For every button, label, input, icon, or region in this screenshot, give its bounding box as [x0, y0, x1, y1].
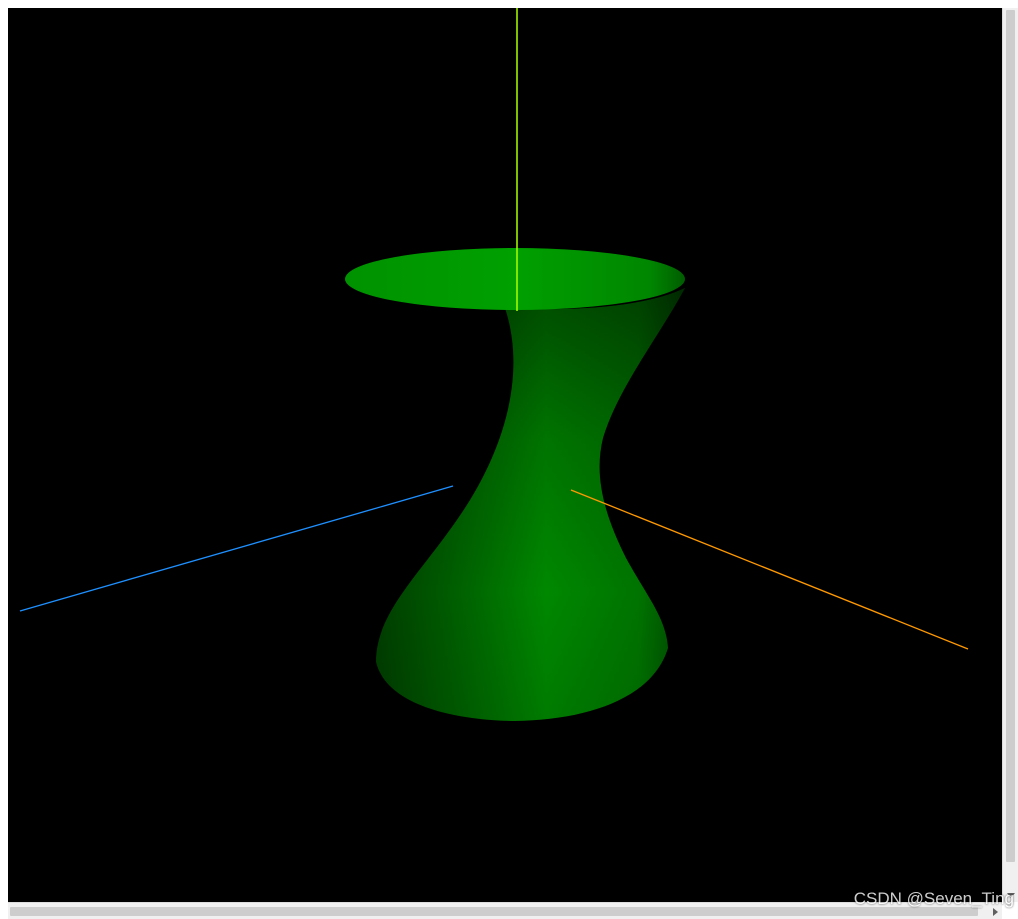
vertical-scrollbar-thumb[interactable]: [1006, 10, 1015, 862]
hyperboloid-shading: [376, 288, 685, 721]
hyperboloid-top-opening: [345, 248, 685, 310]
horizontal-scrollbar-thumb[interactable]: [10, 907, 978, 916]
vertical-scrollbar[interactable]: [1002, 8, 1018, 902]
z-axis-line: [19, 485, 454, 612]
watermark-text: CSDN @Seven_Ting: [853, 889, 1014, 908]
scene-svg: [19, 8, 969, 721]
scroll-right-arrow-icon[interactable]: [993, 908, 998, 916]
webgl-canvas[interactable]: [8, 8, 1002, 902]
